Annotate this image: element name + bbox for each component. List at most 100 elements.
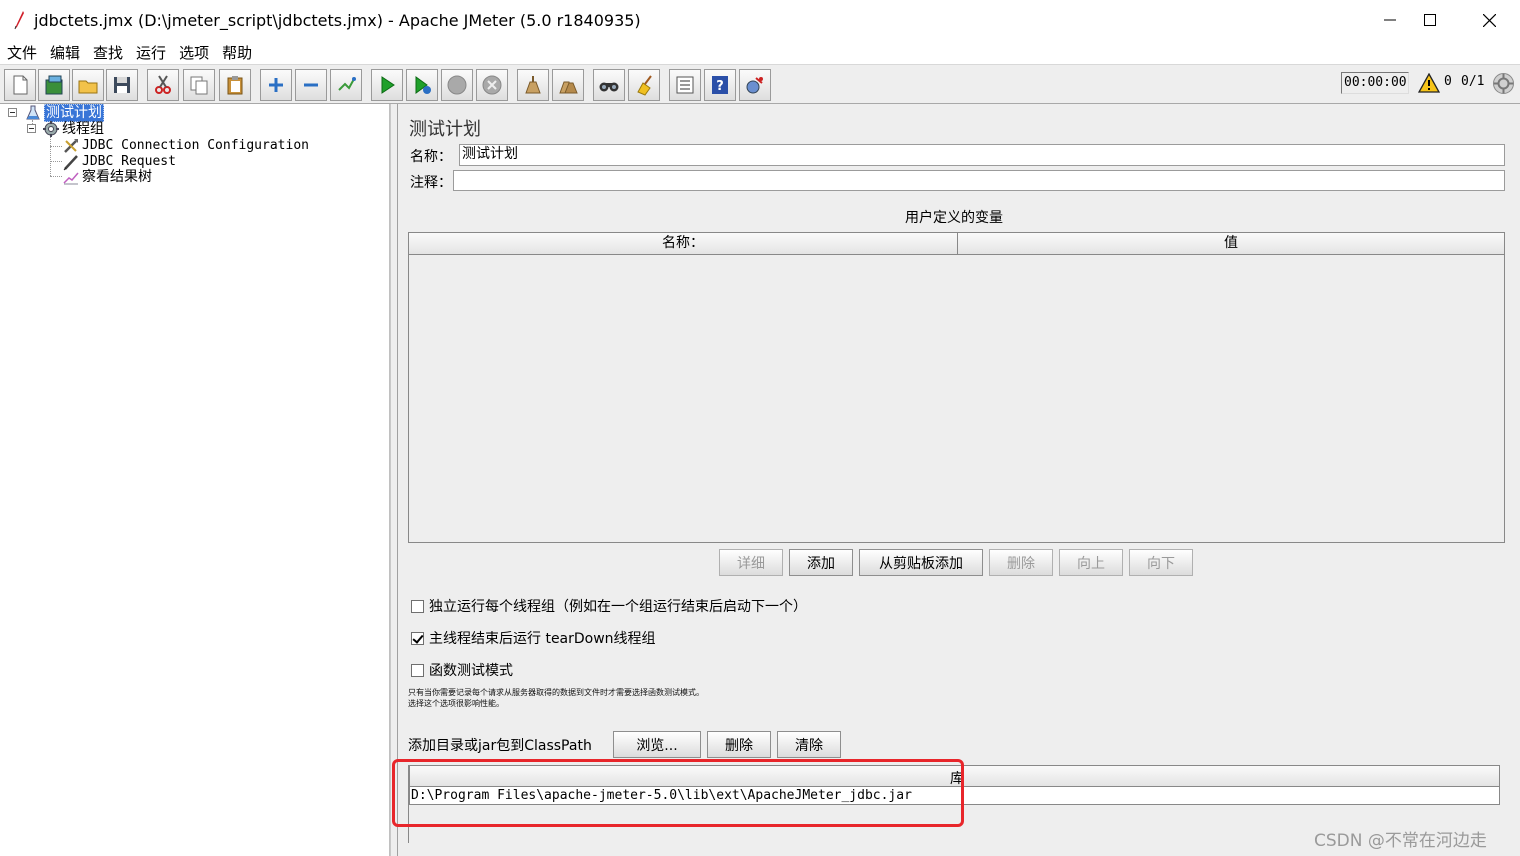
menu-file[interactable]: 文件: [7, 42, 37, 63]
paste-icon: [227, 76, 243, 95]
tree-toggle-root[interactable]: [8, 108, 17, 117]
reset-search-button[interactable]: [628, 69, 660, 101]
cut-icon: [155, 75, 171, 94]
active-thread-count: 0/1: [1461, 74, 1485, 89]
shutdown-button[interactable]: [476, 69, 508, 101]
detail-button[interactable]: 详细: [719, 549, 783, 576]
menu-edit[interactable]: 编辑: [50, 42, 80, 63]
function-helper-icon: [676, 76, 694, 94]
tree-connector: [50, 161, 62, 162]
warning-count: 0: [1444, 74, 1452, 89]
menu-bar: 文件 编辑 查找 运行 选项 帮助: [0, 40, 1520, 64]
tree-label-thread-group: 线程组: [62, 121, 104, 137]
minimize-icon: [1384, 19, 1396, 21]
save-button[interactable]: [106, 69, 138, 101]
new-icon: [13, 75, 28, 95]
tree-label-jdbc-config: JDBC Connection Configuration: [82, 138, 309, 153]
classpath-clear-button[interactable]: 清除: [777, 731, 841, 758]
move-up-button[interactable]: 向上: [1059, 549, 1123, 576]
shutdown-icon: [482, 75, 502, 95]
teardown-on-shutdown-option[interactable]: 主线程结束后运行 tearDown线程组: [411, 628, 656, 648]
paste-button[interactable]: [219, 69, 251, 101]
title-bar: jdbctets.jmx (D:\jmeter_script\jdbctets.…: [0, 0, 1520, 40]
user-variables-title: 用户定义的变量: [905, 210, 1003, 226]
tree-node-results-tree[interactable]: 察看结果树: [62, 168, 152, 186]
running-status-icon: [1493, 73, 1514, 94]
copy-icon: [190, 76, 208, 95]
reset-search-icon: [637, 75, 652, 96]
column-header-value[interactable]: 值: [957, 233, 1504, 255]
add-button[interactable]: 添加: [789, 549, 853, 576]
tree-toggle-thread-group[interactable]: [27, 124, 36, 133]
move-down-button[interactable]: 向下: [1129, 549, 1193, 576]
templates-button[interactable]: [38, 69, 70, 101]
stop-icon: [447, 75, 467, 95]
toolbar: ?: [0, 64, 1520, 104]
user-variables-table[interactable]: 名称： 值: [408, 232, 1505, 543]
collapse-all-button[interactable]: [295, 69, 327, 101]
expand-icon: [269, 78, 283, 92]
help-icon: ?: [712, 76, 728, 94]
annotation-highlight: [392, 759, 964, 827]
name-field[interactable]: 测试计划: [459, 144, 1505, 166]
start-no-pause-button[interactable]: [406, 69, 438, 101]
column-header-name[interactable]: 名称：: [409, 233, 957, 255]
gear-icon: [43, 121, 59, 137]
open-button[interactable]: [72, 69, 104, 101]
page-title: 测试计划: [409, 119, 481, 140]
toggle-button[interactable]: [330, 69, 362, 101]
tree-node-thread-group[interactable]: 线程组: [42, 120, 104, 138]
copy-button[interactable]: [183, 69, 215, 101]
toggle-icon: [338, 77, 356, 91]
teardown-on-shutdown-checkbox[interactable]: [411, 631, 424, 645]
search-icon: [599, 82, 619, 92]
browse-button[interactable]: 浏览...: [613, 731, 701, 758]
menu-search[interactable]: 查找: [93, 42, 123, 63]
serialize-thread-groups-option[interactable]: 独立运行每个线程组（例如在一个组运行结束后启动下一个）: [411, 596, 807, 616]
comment-label: 注释：: [410, 175, 452, 191]
cut-button[interactable]: [147, 69, 179, 101]
templates-icon: [45, 75, 63, 95]
expand-all-button[interactable]: [260, 69, 292, 101]
function-helper-button[interactable]: [669, 69, 701, 101]
clear-button[interactable]: [517, 69, 549, 101]
jmeter-feather-icon: [14, 11, 24, 30]
collapse-icon: [304, 83, 318, 87]
classpath-delete-button[interactable]: 删除: [707, 731, 771, 758]
remote-icon: [746, 77, 763, 94]
start-button[interactable]: [371, 69, 403, 101]
teardown-on-shutdown-label: 主线程结束后运行 tearDown线程组: [429, 631, 656, 647]
tree-connector: [50, 146, 62, 147]
window-title: jdbctets.jmx (D:\jmeter_script\jdbctets.…: [34, 11, 641, 30]
elapsed-timer: 00:00:00: [1341, 72, 1409, 94]
classpath-label: 添加目录或jar包到ClassPath: [408, 738, 592, 754]
test-tree-panel: 测试计划 线程组 JDBC Connection Configuration J…: [4, 104, 390, 856]
splitter-handle[interactable]: [390, 104, 398, 856]
clear-all-button[interactable]: [552, 69, 584, 101]
save-icon: [114, 77, 130, 93]
menu-help[interactable]: 帮助: [222, 42, 252, 63]
functional-mode-option[interactable]: 函数测试模式: [411, 660, 513, 680]
name-label: 名称：: [410, 149, 452, 165]
clear-all-icon: [559, 81, 578, 94]
add-from-clipboard-button[interactable]: 从剪贴板添加: [859, 549, 983, 576]
warning-icon[interactable]: [1418, 73, 1440, 93]
performance-note: 选择这个选项很影响性能。: [408, 699, 504, 708]
delete-button[interactable]: 删除: [989, 549, 1053, 576]
menu-run[interactable]: 运行: [136, 42, 166, 63]
search-button[interactable]: [593, 69, 625, 101]
new-button[interactable]: [4, 69, 36, 101]
menu-options[interactable]: 选项: [179, 42, 209, 63]
close-icon: [1482, 13, 1496, 27]
serialize-thread-groups-checkbox[interactable]: [411, 599, 424, 613]
help-button[interactable]: ?: [704, 69, 736, 101]
remote-start-button[interactable]: [739, 69, 771, 101]
maximize-icon: [1424, 14, 1436, 26]
clear-icon: [525, 76, 541, 94]
maximize-button[interactable]: [1401, 0, 1459, 40]
functional-mode-checkbox[interactable]: [411, 663, 424, 677]
stop-button[interactable]: [441, 69, 473, 101]
comment-field[interactable]: [453, 170, 1505, 191]
listener-chart-icon: [63, 172, 79, 185]
close-button[interactable]: [1460, 0, 1518, 40]
